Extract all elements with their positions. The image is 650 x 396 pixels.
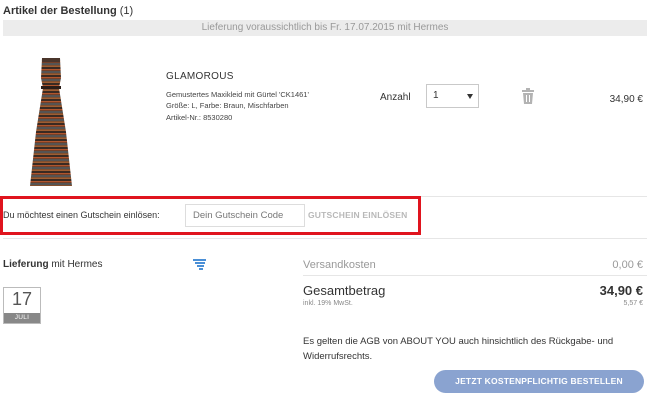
quantity-select[interactable]: 1 <box>426 84 479 108</box>
delivery-carrier: mit Hermes <box>51 259 103 270</box>
caret-down-icon <box>467 94 473 99</box>
vat-value: 5,57 € <box>623 300 643 307</box>
shop-link[interactable]: ABOUT YOU <box>400 336 456 347</box>
quantity-value: 1 <box>433 90 439 101</box>
product-size-color: Größe: L, Farbe: Braun, Mischfarben <box>166 101 289 110</box>
redeem-voucher-button[interactable]: GUTSCHEIN EINLÖSEN <box>308 210 407 220</box>
voucher-code-input[interactable] <box>185 204 305 227</box>
place-order-button[interactable]: JETZT KOSTENPFLICHTIG BESTELLEN <box>434 370 644 393</box>
divider <box>3 238 647 239</box>
delivery-estimate-bar: Lieferung voraussichtlich bis Fr. 17.07.… <box>3 20 647 36</box>
product-description: Gemustertes Maxikleid mit Gürtel 'CK1461… <box>166 90 309 99</box>
vat-label: inkl. 19% MwSt. <box>303 300 353 307</box>
terms-prefix: Es gelten die <box>303 336 358 347</box>
order-section-title: Artikel der Bestellung (1) <box>3 5 133 17</box>
delivery-date-calendar: 17 JULI <box>3 287 41 324</box>
shipping-cost-value: 0,00 € <box>612 259 643 271</box>
voucher-label: Du möchtest einen Gutschein einlösen: <box>3 210 160 220</box>
order-item-count: (1) <box>119 5 134 17</box>
total-label: Gesamtbetrag <box>303 283 386 298</box>
product-article-number: Artikel-Nr.: 8530280 <box>166 113 233 122</box>
delivery-heading: Lieferung <box>3 259 49 270</box>
total-value: 34,90 € <box>599 283 643 298</box>
truck-icon <box>193 259 206 270</box>
agb-link[interactable]: AGB <box>360 336 380 347</box>
divider <box>303 275 647 276</box>
product-brand[interactable]: GLAMOROUS <box>166 71 234 82</box>
terms-end: . <box>369 351 373 362</box>
terms-middle: von <box>382 336 399 347</box>
shipping-cost-label: Versandkosten <box>303 259 376 271</box>
trash-icon[interactable] <box>521 88 535 104</box>
delivery-title: Lieferung mit Hermes <box>3 259 102 270</box>
item-price: 34,90 € <box>609 94 643 105</box>
quantity-label: Anzahl <box>380 92 411 103</box>
terms-suffix: auch hinsichtlich des <box>458 336 547 347</box>
order-section-heading: Artikel der Bestellung <box>3 5 117 17</box>
delivery-day: 17 <box>11 289 33 309</box>
delivery-month: JULI <box>4 313 40 323</box>
terms-notice: Es gelten die AGB von ABOUT YOU auch hin… <box>303 334 643 364</box>
dress-product-image[interactable] <box>26 52 76 188</box>
